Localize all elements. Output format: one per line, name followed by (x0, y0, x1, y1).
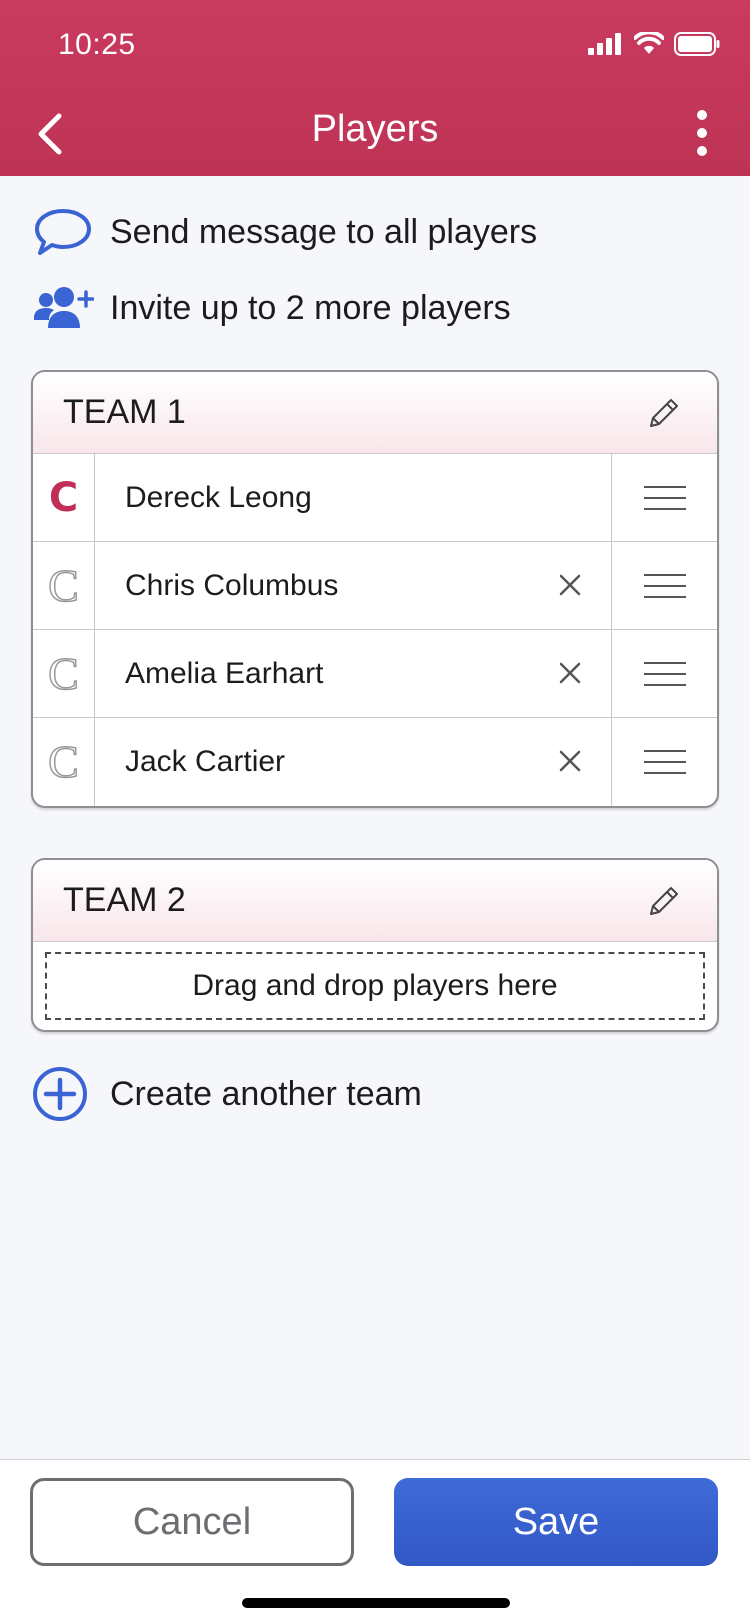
chat-bubble-icon (35, 209, 91, 255)
drag-handle[interactable] (611, 542, 717, 629)
send-message-label: Send message to all players (110, 212, 538, 251)
player-row: C Dereck Leong (33, 454, 717, 542)
player-name: Dereck Leong (125, 480, 312, 514)
captain-toggle[interactable]: C (33, 630, 95, 717)
invite-players-label: Invite up to 2 more players (110, 288, 511, 327)
drag-handle-icon (643, 485, 686, 510)
remove-player-button[interactable] (555, 746, 585, 776)
add-circle-icon (33, 1067, 87, 1121)
more-dot (697, 110, 707, 120)
team-card: TEAM 1 C Dereck Leong C Chris Columbus C… (31, 370, 719, 808)
more-dot (697, 146, 707, 156)
cancel-button[interactable]: Cancel (30, 1478, 354, 1566)
captain-toggle[interactable]: C (33, 454, 95, 541)
captain-badge-inactive: C (47, 559, 79, 611)
close-icon (559, 662, 581, 684)
battery-icon (674, 32, 720, 56)
team-header: TEAM 1 (33, 372, 717, 454)
remove-player-button[interactable] (555, 658, 585, 688)
cellular-signal-icon (588, 33, 621, 55)
edit-team-button[interactable] (645, 396, 681, 432)
team-card: TEAM 2 Drag and drop players here (31, 858, 719, 1032)
drag-handle-icon (643, 750, 686, 774)
captain-badge-inactive: C (47, 736, 79, 787)
player-name: Jack Cartier (125, 745, 286, 778)
top-app-bar: 10:25 Players (0, 0, 750, 176)
page-title: Players (311, 108, 439, 150)
team-name: TEAM 1 (63, 393, 186, 431)
team-header: TEAM 2 (33, 860, 717, 942)
more-dot (697, 128, 707, 138)
drag-handle-icon (643, 573, 686, 598)
captain-badge-inactive: C (47, 647, 79, 699)
player-drop-zone[interactable]: Drag and drop players here (45, 952, 705, 1020)
send-message-all-row[interactable]: Send message to all players (32, 206, 537, 258)
player-row: C Amelia Earhart (33, 630, 717, 718)
captain-toggle[interactable]: C (33, 542, 95, 629)
status-icons (588, 32, 720, 56)
add-users-icon (34, 287, 94, 328)
pencil-icon (650, 399, 678, 427)
status-time: 10:25 (58, 28, 136, 61)
close-icon (559, 750, 581, 772)
drop-zone-hint: Drag and drop players here (192, 969, 558, 1002)
captain-badge-active: C (48, 474, 79, 521)
more-options-button[interactable] (692, 110, 712, 156)
player-name: Chris Columbus (125, 568, 339, 602)
player-row: C Jack Cartier (33, 718, 717, 806)
save-button[interactable]: Save (394, 1478, 718, 1566)
bottom-action-bar: Cancel Save (0, 1459, 750, 1624)
player-name: Amelia Earhart (125, 656, 324, 690)
remove-player-button[interactable] (555, 570, 585, 600)
drag-handle[interactable] (611, 630, 717, 717)
close-icon (559, 574, 581, 596)
create-team-row[interactable]: Create another team (32, 1067, 422, 1121)
drag-handle[interactable] (611, 454, 717, 541)
wifi-icon (634, 32, 664, 54)
captain-toggle[interactable]: C (33, 718, 95, 806)
home-indicator (242, 1598, 510, 1608)
pencil-icon (650, 887, 678, 915)
player-row: C Chris Columbus (33, 542, 717, 630)
edit-team-button[interactable] (645, 884, 681, 920)
drag-handle-icon (643, 661, 686, 686)
team-name: TEAM 2 (63, 881, 186, 919)
create-team-label: Create another team (110, 1074, 422, 1113)
drag-handle[interactable] (611, 718, 717, 806)
invite-players-row[interactable]: Invite up to 2 more players (32, 282, 511, 334)
